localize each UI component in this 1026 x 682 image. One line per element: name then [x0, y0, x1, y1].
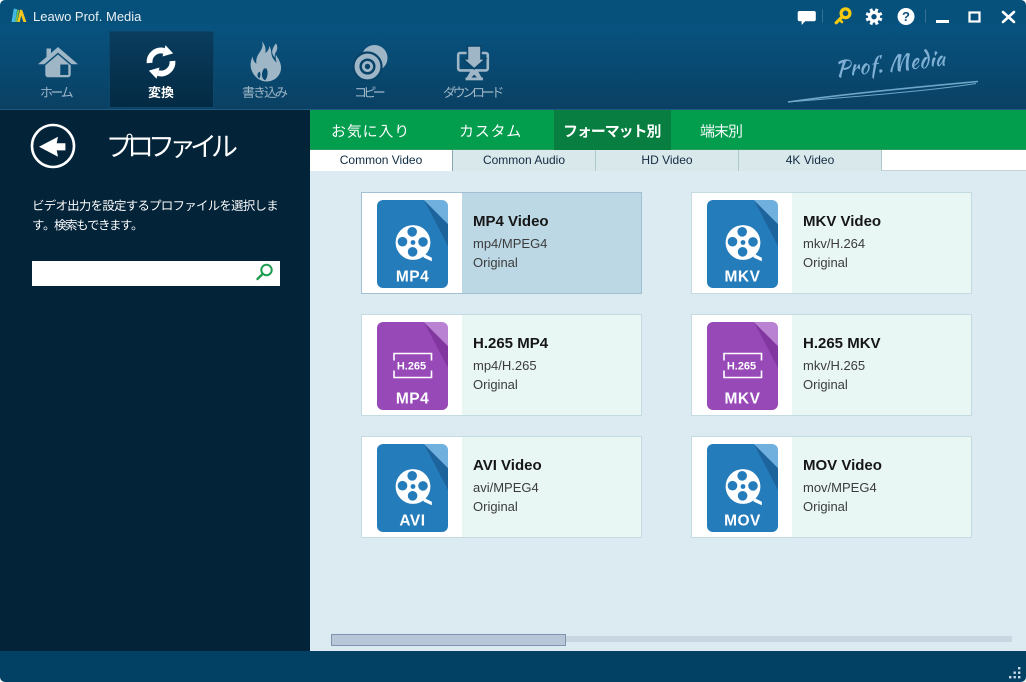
svg-text:MP4: MP4 — [396, 391, 429, 408]
svg-text:?: ? — [902, 9, 910, 24]
svg-text:MKV: MKV — [725, 391, 761, 408]
svg-text:H.265: H.265 — [397, 361, 426, 373]
svg-text:MOV: MOV — [724, 513, 761, 530]
svg-text:MKV: MKV — [725, 269, 761, 286]
svg-text:AVI: AVI — [399, 513, 425, 530]
svg-text:H.265: H.265 — [727, 361, 756, 373]
svg-text:MP4: MP4 — [396, 269, 429, 286]
